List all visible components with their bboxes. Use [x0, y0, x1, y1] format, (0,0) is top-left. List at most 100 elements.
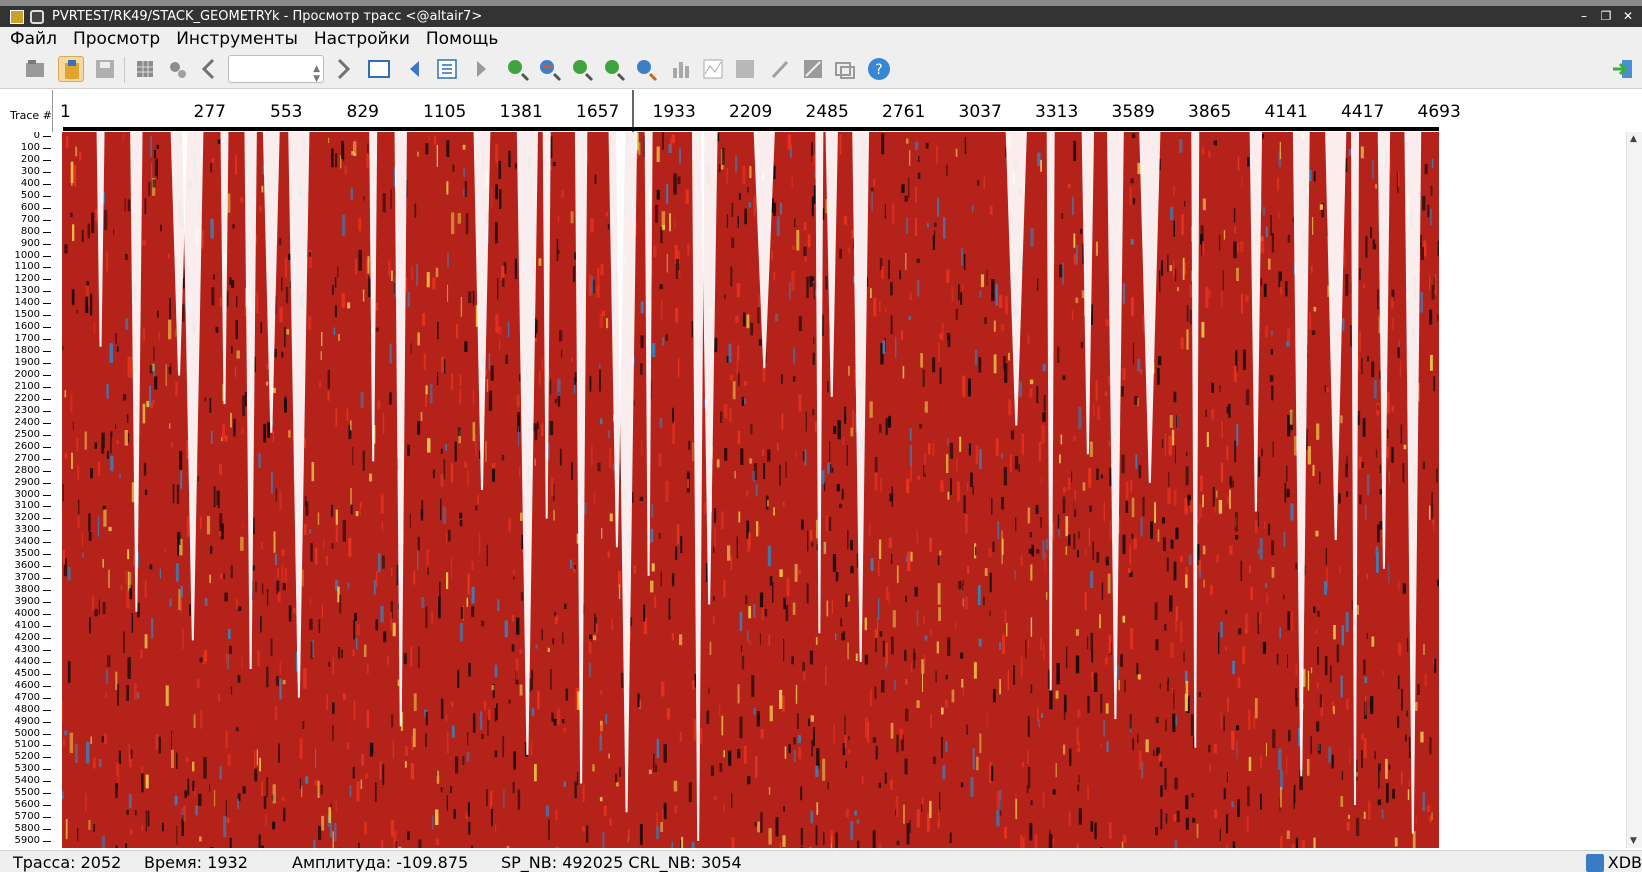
play-back-icon[interactable]: [402, 56, 428, 82]
seismic-plot[interactable]: [62, 132, 1439, 848]
menu-file[interactable]: Файл: [4, 29, 63, 49]
exit-icon[interactable]: [1610, 56, 1636, 82]
time-tick: 2600: [14, 440, 40, 452]
close-button[interactable]: ✕: [1620, 8, 1636, 24]
time-tick: 2100: [14, 380, 40, 392]
time-tick: 1400: [14, 297, 40, 309]
time-tick-mark: [43, 422, 51, 424]
vertical-scrollbar[interactable]: ▲ ▼: [1626, 132, 1642, 848]
edit-icon[interactable]: [800, 56, 826, 82]
spectrum-icon[interactable]: [700, 56, 726, 82]
chevron-left-icon[interactable]: [196, 56, 222, 82]
axis-divider: [52, 90, 53, 132]
time-tick-mark: [43, 255, 51, 257]
status-time: Время: 1932: [144, 853, 248, 872]
zoom-up-icon[interactable]: [568, 56, 594, 82]
time-tick: 5700: [14, 811, 40, 823]
time-tick: 5300: [14, 763, 40, 775]
chevron-right-icon[interactable]: [330, 56, 356, 82]
status-right: XDB: [1585, 853, 1642, 872]
pick-icon[interactable]: [768, 56, 794, 82]
trace-tick: 2485: [805, 102, 849, 122]
trace-tick: 1105: [423, 102, 467, 122]
image-icon[interactable]: [732, 56, 758, 82]
time-tick-mark: [43, 243, 51, 245]
time-tick: 4100: [14, 619, 40, 631]
time-tick: 5600: [14, 799, 40, 811]
menu-settings[interactable]: Настройки: [308, 29, 416, 49]
time-tick: 5900: [14, 835, 40, 847]
app-icon: [10, 9, 24, 24]
scroll-down-icon[interactable]: ▼: [1630, 836, 1637, 846]
trace-tick: 829: [346, 102, 379, 122]
time-tick: 4700: [14, 691, 40, 703]
play-forward-icon[interactable]: [468, 56, 494, 82]
time-tick-mark: [43, 530, 51, 532]
cursor-line: [632, 90, 634, 132]
grid-icon[interactable]: [132, 56, 158, 82]
time-tick-mark: [43, 721, 51, 723]
bar-chart-icon[interactable]: [668, 56, 694, 82]
time-tick: 3600: [14, 560, 40, 572]
trace-tick: 2761: [882, 102, 926, 122]
time-tick-mark: [43, 195, 51, 197]
time-tick: 1200: [14, 273, 40, 285]
time-tick-mark: [43, 709, 51, 711]
time-tick-mark: [43, 518, 51, 520]
list-icon[interactable]: [434, 56, 460, 82]
scroll-up-icon[interactable]: ▲: [1630, 134, 1637, 144]
zoom-out-icon[interactable]: [536, 56, 562, 82]
time-tick-mark: [43, 637, 51, 639]
overlay-icon[interactable]: [832, 56, 858, 82]
menu-help[interactable]: Помощь: [420, 29, 504, 49]
time-tick: 1500: [14, 309, 40, 321]
window-icon[interactable]: [366, 56, 392, 82]
time-tick: 2300: [14, 404, 40, 416]
save-icon[interactable]: [92, 56, 118, 82]
time-tick-mark: [43, 279, 51, 281]
time-tick: 2000: [14, 369, 40, 380]
trace-axis: Trace # 1 277 553 829 1105 1381 1657 1933 2209 24…: [0, 90, 1642, 132]
window-title: PVRTEST/RK49/STACK_GEOMETRYk - Просмотр …: [52, 9, 483, 24]
time-tick-mark: [43, 494, 51, 496]
trace-tick: 1381: [499, 102, 543, 122]
trace-tick: 3865: [1188, 102, 1232, 122]
time-tick-mark: [43, 339, 51, 341]
zoom-fit-icon[interactable]: [600, 56, 626, 82]
import-icon[interactable]: [58, 56, 84, 82]
time-tick: 3500: [14, 548, 40, 560]
trace-tick: 4417: [1341, 102, 1385, 122]
time-tick-mark: [43, 614, 51, 615]
menu-tools[interactable]: Инструменты: [170, 29, 304, 49]
time-tick: 5000: [14, 727, 40, 739]
time-tick: 3400: [14, 536, 40, 548]
zoom-in-icon[interactable]: [504, 56, 530, 82]
trace-tick: 4141: [1264, 102, 1308, 122]
time-tick: 400: [20, 177, 40, 189]
time-tick: 1300: [14, 285, 40, 297]
time-tick-mark: [43, 446, 51, 448]
help-icon[interactable]: ?: [866, 56, 892, 82]
title-bar[interactable]: PVRTEST/RK49/STACK_GEOMETRYk - Просмотр …: [0, 6, 1642, 27]
time-tick-mark: [43, 745, 51, 747]
time-tick: 3000: [14, 488, 40, 500]
time-tick-mark: [43, 542, 51, 544]
time-tick-mark: [43, 769, 51, 771]
time-tick: 1000: [14, 249, 40, 261]
settings-icon[interactable]: [164, 56, 190, 82]
time-tick: 600: [20, 201, 40, 213]
maximize-button[interactable]: ❐: [1598, 8, 1614, 24]
seismic-section[interactable]: [62, 132, 1439, 848]
trace-tick: 553: [270, 102, 303, 122]
system-menu-icon[interactable]: [30, 9, 44, 24]
status-bar: Трасса: 2052 Время: 1932 Амплитуда: -109…: [0, 850, 1642, 872]
time-tick: 4200: [14, 631, 40, 643]
zoom-reset-icon[interactable]: [632, 56, 658, 82]
time-tick-mark: [43, 554, 51, 556]
menu-view[interactable]: Просмотр: [67, 29, 166, 49]
trace-axis-label: Trace #: [10, 109, 52, 122]
minimize-button[interactable]: –: [1576, 8, 1592, 24]
open-folder-icon[interactable]: [22, 56, 48, 82]
page-combo[interactable]: ▲ ▼: [228, 55, 324, 84]
connection-icon: [1585, 853, 1604, 872]
